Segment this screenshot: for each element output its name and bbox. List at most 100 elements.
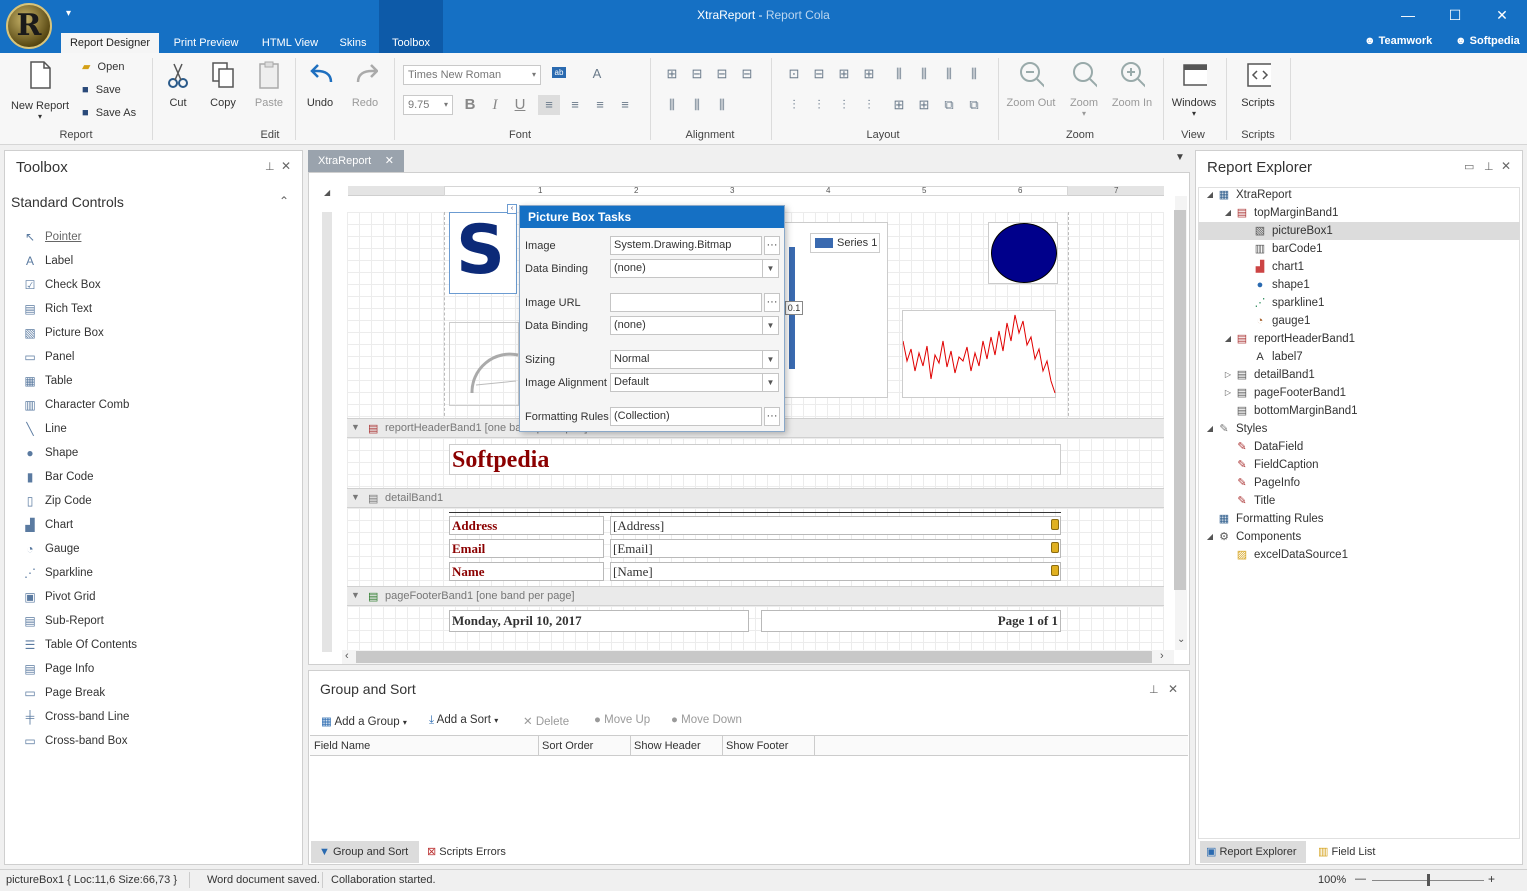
image-url-browse-button[interactable]: ··· [764, 293, 780, 312]
explorer-item-bottommarginband1[interactable]: ▤ bottomMarginBand1 [1198, 402, 1520, 420]
toolbox-item-line[interactable]: ╲ Line [5, 417, 301, 441]
toolbox-item-cross-band-box[interactable]: ▭ Cross-band Box [5, 729, 301, 753]
gauge-control[interactable] [449, 322, 519, 406]
tab-skins[interactable]: Skins [331, 33, 375, 53]
explorer-item-shape1[interactable]: ● shape1 [1198, 276, 1520, 294]
picture-box[interactable]: S [449, 212, 517, 294]
make-same-size-icon[interactable]: ⊞ [861, 66, 877, 82]
v-spacing-increase-icon[interactable]: ⫶ [811, 97, 827, 113]
center-vertically-icon[interactable]: ⊞ [916, 97, 932, 113]
expand-arrow-icon[interactable]: ▷ [1221, 368, 1235, 382]
explorer-item-picturebox1[interactable]: ▧ pictureBox1 [1198, 222, 1520, 240]
font-color-icon[interactable]: A [589, 66, 605, 82]
toolbox-item-sub-report[interactable]: ▤ Sub-Report [5, 609, 301, 633]
copy-button[interactable]: Copy [204, 60, 242, 109]
toolbox-item-character-comb[interactable]: ▥ Character Comb [5, 393, 301, 417]
smart-tag-icon[interactable]: ‹ [507, 204, 517, 214]
explorer-item-topmarginband1[interactable]: ◢ ▤ topMarginBand1 [1198, 204, 1520, 222]
softpedia-link[interactable]: ☻ Softpedia [1455, 35, 1520, 47]
col-sort-order[interactable]: Sort Order [542, 740, 593, 752]
toolbox-item-picture-box[interactable]: ▧ Picture Box [5, 321, 301, 345]
underline-icon[interactable]: U [512, 97, 528, 113]
explorer-item-gauge1[interactable]: ◔ gauge1 [1198, 312, 1520, 330]
undo-button[interactable]: Undo [302, 60, 338, 109]
tab-scripts-errors[interactable]: ⊠ Scripts Errors [423, 841, 523, 863]
close-icon[interactable]: ✕ [1501, 159, 1511, 173]
data-binding-select[interactable]: (none) ▼ [610, 259, 779, 278]
horizontal-scroll-thumb[interactable] [356, 651, 1152, 663]
scroll-down-icon[interactable]: ⌄ [1177, 634, 1185, 645]
tab-group-and-sort[interactable]: ▼ Group and Sort [311, 841, 419, 863]
page-footer-band-strip[interactable]: ▼ ▤ pageFooterBand1 [one band per page] [347, 586, 1164, 606]
align-lefts-icon[interactable]: ⊞ [664, 66, 680, 82]
explorer-item-sparkline1[interactable]: ⋰ sparkline1 [1198, 294, 1520, 312]
add-group-button[interactable]: ▦ Add a Group ▾ [321, 714, 407, 728]
move-down-button[interactable]: ● Move Down [671, 714, 742, 726]
standard-controls-header[interactable]: Standard Controls [11, 194, 124, 210]
explorer-item-fieldcaption[interactable]: ✎ FieldCaption [1198, 456, 1520, 474]
detail-band-strip[interactable]: ▼ ▤ detailBand1 [347, 488, 1164, 508]
explorer-item-pageinfo[interactable]: ✎ PageInfo [1198, 474, 1520, 492]
explorer-item-exceldatasource1[interactable]: ▨ excelDataSource1 [1198, 546, 1520, 564]
tab-report-explorer[interactable]: ▣ Report Explorer [1200, 841, 1306, 863]
explorer-item-formatting-rules[interactable]: ▦ Formatting Rules [1198, 510, 1520, 528]
size-to-grid-icon[interactable]: ⊡ [786, 66, 802, 82]
toolbox-item-cross-band-line[interactable]: ╪ Cross-band Line [5, 705, 301, 729]
zoom-in-button[interactable]: Zoom In [1108, 60, 1156, 109]
page-info-pages[interactable]: Page 1 of 1 [761, 610, 1061, 632]
toolbox-item-page-info[interactable]: ▤ Page Info [5, 657, 301, 681]
h-spacing-increase-icon[interactable]: ⫼ [916, 66, 932, 82]
tab-toolbox[interactable]: Toolbox [379, 0, 443, 53]
vertical-scroll-thumb[interactable] [1174, 210, 1186, 590]
teamwork-link[interactable]: ☻ Teamwork [1364, 35, 1432, 47]
close-icon[interactable]: ✕ [281, 159, 291, 173]
report-title-label[interactable]: Softpedia [449, 444, 1061, 475]
image-alignment-select[interactable]: Default ▼ [610, 373, 779, 392]
explorer-item-pagefooterband1[interactable]: ▷ ▤ pageFooterBand1 [1198, 384, 1520, 402]
h-spacing-equal-icon[interactable]: ⫼ [891, 66, 907, 82]
explorer-item-title[interactable]: ✎ Title [1198, 492, 1520, 510]
make-same-width-icon[interactable]: ⊟ [811, 66, 827, 82]
tab-report-designer[interactable]: Report Designer [61, 33, 159, 53]
toolbox-item-pivot-grid[interactable]: ▣ Pivot Grid [5, 585, 301, 609]
minimize-icon[interactable]: — [1393, 4, 1423, 26]
paste-button[interactable]: Paste [250, 60, 288, 109]
col-field-name[interactable]: Field Name [314, 740, 370, 752]
shape-control[interactable] [988, 222, 1058, 284]
col-show-header[interactable]: Show Header [634, 740, 701, 752]
align-left-icon[interactable]: ≡ [538, 95, 560, 115]
explorer-item-detailband1[interactable]: ▷ ▤ detailBand1 [1198, 366, 1520, 384]
image-url-field[interactable] [610, 293, 762, 312]
tab-print-preview[interactable]: Print Preview [163, 33, 249, 53]
toolbox-item-panel[interactable]: ▭ Panel [5, 345, 301, 369]
data-binding-select-2[interactable]: (none) ▼ [610, 316, 779, 335]
explorer-item-styles[interactable]: ◢ ✎ Styles [1198, 420, 1520, 438]
chevron-up-icon[interactable]: ⌃ [279, 194, 289, 208]
toolbox-item-table[interactable]: ▦ Table [5, 369, 301, 393]
maximize-icon[interactable]: ☐ [1440, 4, 1470, 26]
toolbox-item-table-of-contents[interactable]: ☰ Table Of Contents [5, 633, 301, 657]
doc-tab-xtrareport[interactable]: XtraReport ✕ [308, 150, 404, 172]
toolbox-item-check-box[interactable]: ☑ Check Box [5, 273, 301, 297]
pin-icon[interactable]: ⊥ [1484, 160, 1494, 173]
chart-control[interactable]: Series 1 0.1 [784, 222, 888, 398]
col-show-footer[interactable]: Show Footer [726, 740, 788, 752]
toolbox-item-shape[interactable]: ● Shape [5, 441, 301, 465]
open-button[interactable]: ▰ Open [82, 58, 124, 76]
expand-arrow-icon[interactable]: ▷ [1221, 386, 1235, 400]
delete-button[interactable]: ✕ Delete [523, 714, 569, 728]
align-centers-icon[interactable]: ⊟ [689, 66, 705, 82]
detail-value[interactable]: [Name] [610, 562, 1061, 581]
explorer-item-barcode1[interactable]: ▥ barCode1 [1198, 240, 1520, 258]
zoom-button[interactable]: Zoom ▾ [1064, 60, 1104, 118]
page-info-date[interactable]: Monday, April 10, 2017 [449, 610, 749, 632]
close-tab-icon[interactable]: ✕ [385, 150, 394, 172]
save-as-button[interactable]: ■ Save As [82, 104, 136, 122]
toolbox-item-chart[interactable]: ▟ Chart [5, 513, 301, 537]
sizing-select[interactable]: Normal ▼ [610, 350, 779, 369]
doc-list-dropdown-icon[interactable]: ▼ [1175, 152, 1185, 163]
windows-button[interactable]: Windows ▾ [1168, 60, 1220, 118]
align-middles-icon[interactable]: ⫼ [689, 97, 705, 113]
align-rights-icon[interactable]: ⊟ [714, 66, 730, 82]
explorer-item-reportheaderband1[interactable]: ◢ ▤ reportHeaderBand1 [1198, 330, 1520, 348]
